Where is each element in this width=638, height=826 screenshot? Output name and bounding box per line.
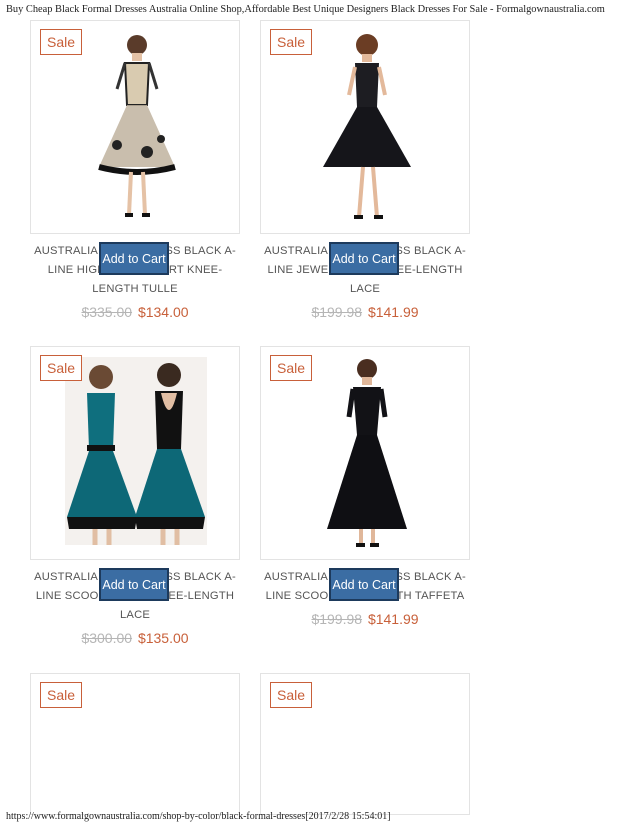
sale-price: $134.00 (137, 304, 189, 320)
product-image-link[interactable]: Sale (30, 346, 240, 560)
sale-price: $141.99 (367, 611, 419, 627)
sale-badge: Sale (40, 29, 83, 55)
product-card: Sale AUSTRALIA PARTY DRESS BLACK A-LINE … (30, 346, 240, 646)
original-price: $300.00 (81, 630, 133, 646)
product-card: Sale AUSTRALIA PARTY DRESS BLACK A-LINE … (260, 346, 470, 627)
add-to-cart-button[interactable]: Add to Cart (99, 568, 169, 601)
sale-badge: Sale (40, 682, 83, 708)
product-card: Sale (30, 673, 240, 815)
product-image-link[interactable]: Sale (30, 673, 240, 815)
price-block: $199.98 $141.99 (260, 611, 470, 627)
product-card: Sale AUSTRALIA PARTY DRESS BLACK A-LINE … (260, 20, 470, 320)
price-block: $199.98 $141.99 (260, 304, 470, 320)
sale-badge: Sale (40, 355, 83, 381)
product-image (327, 359, 407, 547)
price-block: $335.00 $134.00 (30, 304, 240, 320)
product-image-link[interactable]: Sale (260, 20, 470, 234)
page-url: https://www.formalgownaustralia.com/shop… (6, 811, 391, 822)
product-image-link[interactable]: Sale (30, 20, 240, 234)
product-image-link[interactable]: Sale (260, 346, 470, 560)
sale-badge: Sale (270, 682, 313, 708)
product-image-link[interactable]: Sale (260, 673, 470, 815)
sale-badge: Sale (270, 355, 313, 381)
add-to-cart-button[interactable]: Add to Cart (329, 568, 399, 601)
product-image (65, 357, 207, 545)
add-to-cart-button[interactable]: Add to Cart (99, 242, 169, 275)
product-image (98, 35, 176, 217)
original-price: $199.98 (311, 304, 363, 320)
original-price: $335.00 (81, 304, 133, 320)
product-image (323, 34, 411, 219)
page-title: Buy Cheap Black Formal Dresses Australia… (6, 4, 605, 15)
price-block: $300.00 $135.00 (30, 630, 240, 646)
product-card: Sale (260, 673, 470, 815)
original-price: $199.98 (311, 611, 363, 627)
sale-badge: Sale (270, 29, 313, 55)
sale-price: $141.99 (367, 304, 419, 320)
sale-price: $135.00 (137, 630, 189, 646)
add-to-cart-button[interactable]: Add to Cart (329, 242, 399, 275)
product-card: Sale AUSTRALIA PARTY DRESS BLACK A-LINE … (30, 20, 240, 320)
